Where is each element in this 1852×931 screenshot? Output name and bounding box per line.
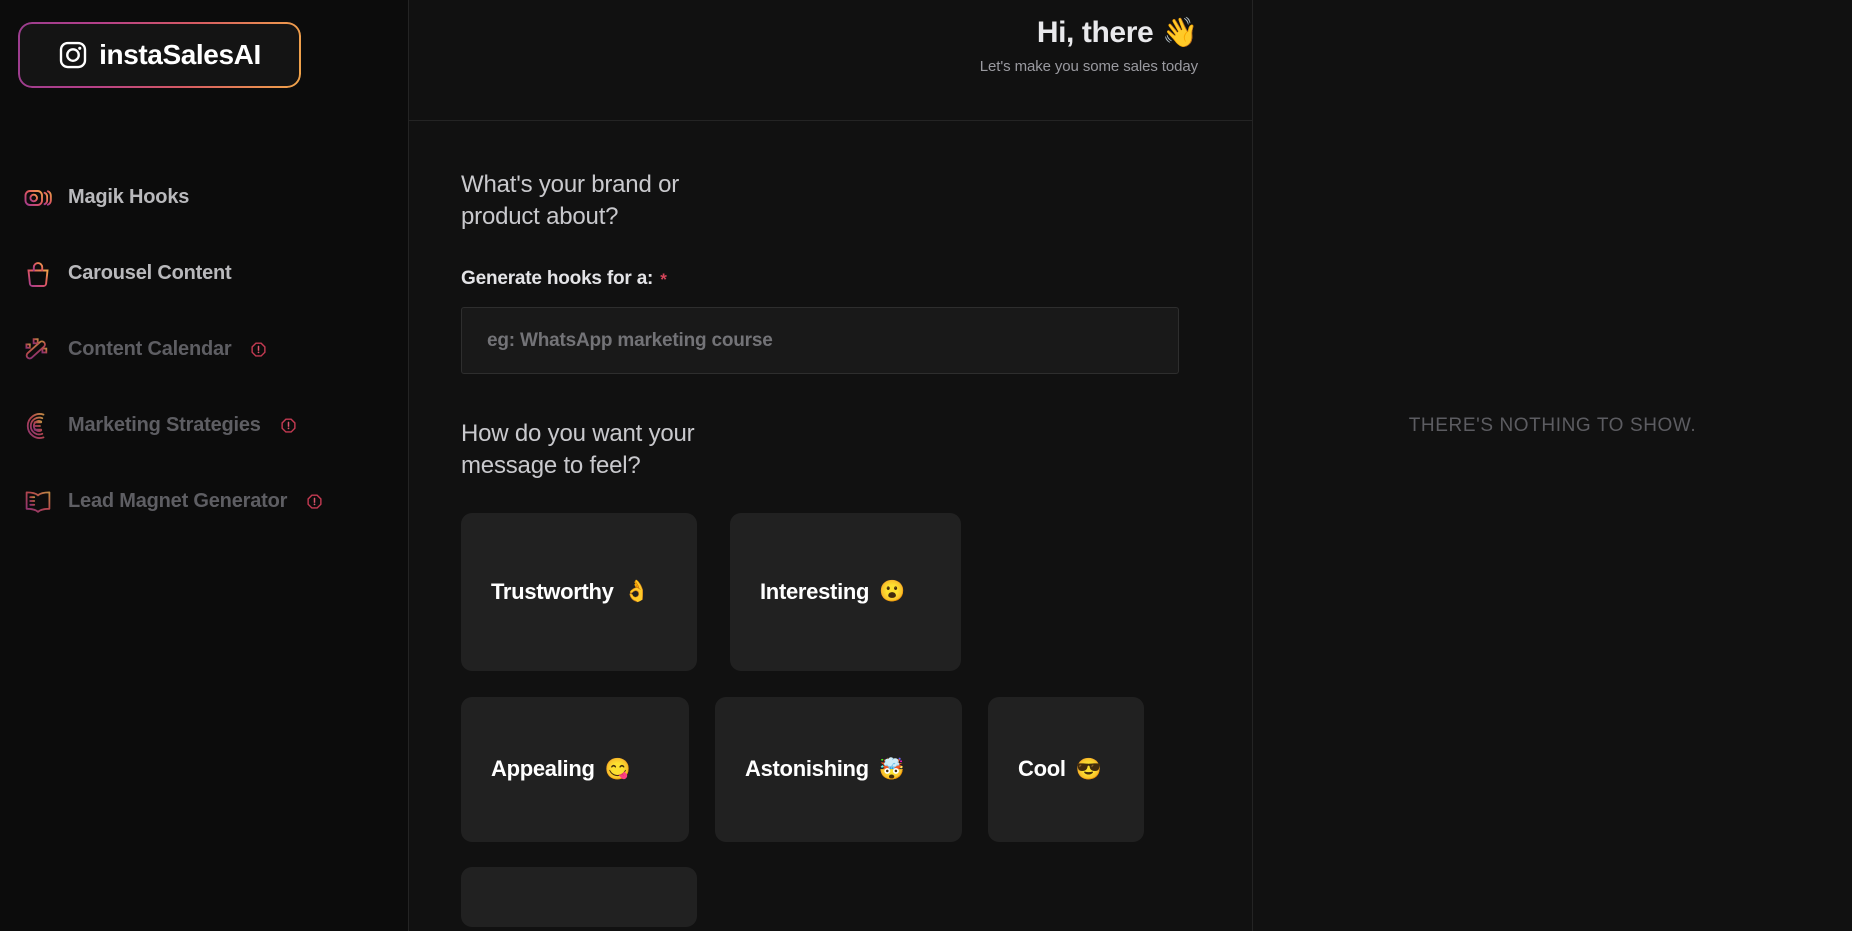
exploding-head-icon: 🤯	[878, 757, 905, 781]
yum-face-icon: 😋	[604, 757, 631, 781]
app-root: instaSalesAI Magik Hooks Carousel Conten…	[0, 0, 1852, 931]
tone-label: Astonishing	[745, 756, 869, 782]
brand-product-input[interactable]	[461, 307, 1179, 375]
results-panel: THERE'S NOTHING TO SHOW.	[1253, 0, 1852, 931]
empty-state-message: THERE'S NOTHING TO SHOW.	[1408, 414, 1697, 436]
tone-label: Interesting	[760, 578, 870, 604]
hooks-form: What's your brand or product about? Gene…	[409, 121, 1252, 927]
tone-card-cool[interactable]: Cool 😎	[988, 696, 1144, 842]
tone-card-interesting[interactable]: Interesting 😮	[730, 512, 961, 671]
logo-text: instaSalesAI	[99, 39, 261, 70]
sunglasses-face-icon: 😎	[1075, 757, 1102, 781]
sidebar: instaSalesAI Magik Hooks Carousel Conten…	[0, 0, 409, 931]
sidebar-item-label: Carousel Content	[68, 262, 232, 284]
required-asterisk: *	[660, 270, 667, 290]
sidebar-nav: Magik Hooks Carousel Content Content Cal…	[0, 173, 408, 526]
instagram-stack-icon	[22, 182, 54, 214]
sidebar-item-lead-magnet-generator[interactable]: Lead Magnet Generator	[0, 477, 408, 526]
tone-card-trustworthy[interactable]: Trustworthy 👌	[461, 512, 697, 671]
main-content-column: Hi, there 👋 Let's make you some sales to…	[409, 0, 1253, 931]
shopping-bag-icon	[22, 258, 54, 290]
field-label-generate-hooks: Generate hooks for a: *	[461, 268, 1252, 290]
tone-card-next-row-partial[interactable]	[461, 866, 697, 927]
tone-label: Cool	[1018, 756, 1066, 782]
astonished-face-icon: 😮	[879, 580, 906, 604]
tone-card-appealing[interactable]: Appealing 😋	[461, 696, 689, 842]
subgreeting-text: Let's make you some sales today	[979, 58, 1198, 75]
tone-label: Trustworthy	[491, 578, 614, 604]
sidebar-item-marketing-strategies[interactable]: Marketing Strategies	[0, 401, 408, 450]
sidebar-item-carousel-content[interactable]: Carousel Content	[0, 249, 408, 298]
logo-container: instaSalesAI	[0, 0, 408, 88]
ok-hand-icon: 👌	[623, 580, 650, 604]
magic-wand-icon	[22, 334, 54, 366]
sidebar-item-label: Magik Hooks	[68, 186, 190, 208]
app-logo[interactable]: instaSalesAI	[18, 22, 301, 88]
greeting-row: Hi, there 👋	[1036, 16, 1199, 50]
tone-label: Appealing	[491, 756, 595, 782]
sidebar-item-label: Content Calendar	[68, 338, 232, 360]
greeting-text: Hi, there	[1036, 16, 1154, 49]
top-header-bar: Hi, there 👋 Let's make you some sales to…	[409, 0, 1252, 121]
sidebar-item-magik-hooks[interactable]: Magik Hooks	[0, 173, 408, 222]
spiral-document-icon	[22, 410, 54, 442]
tone-card-astonishing[interactable]: Astonishing 🤯	[715, 696, 962, 842]
info-badge-icon[interactable]	[301, 494, 322, 509]
tone-options-grid: Trustworthy 👌 Interesting 😮 Appealing 😋 …	[461, 512, 1252, 927]
info-badge-icon[interactable]	[245, 342, 267, 357]
question-brand-about: What's your brand or product about?	[461, 171, 680, 230]
info-badge-icon[interactable]	[275, 418, 296, 433]
question-message-feel: How do you want your message to feel?	[461, 420, 695, 480]
sidebar-item-label: Lead Magnet Generator	[68, 490, 288, 512]
waving-hand-icon: 👋	[1162, 16, 1198, 49]
open-book-icon	[22, 486, 54, 518]
sidebar-item-content-calendar[interactable]: Content Calendar	[0, 325, 408, 374]
instagram-camera-icon	[58, 40, 88, 70]
sidebar-item-label: Marketing Strategies	[68, 414, 261, 436]
field-label-text: Generate hooks for a:	[461, 268, 654, 290]
